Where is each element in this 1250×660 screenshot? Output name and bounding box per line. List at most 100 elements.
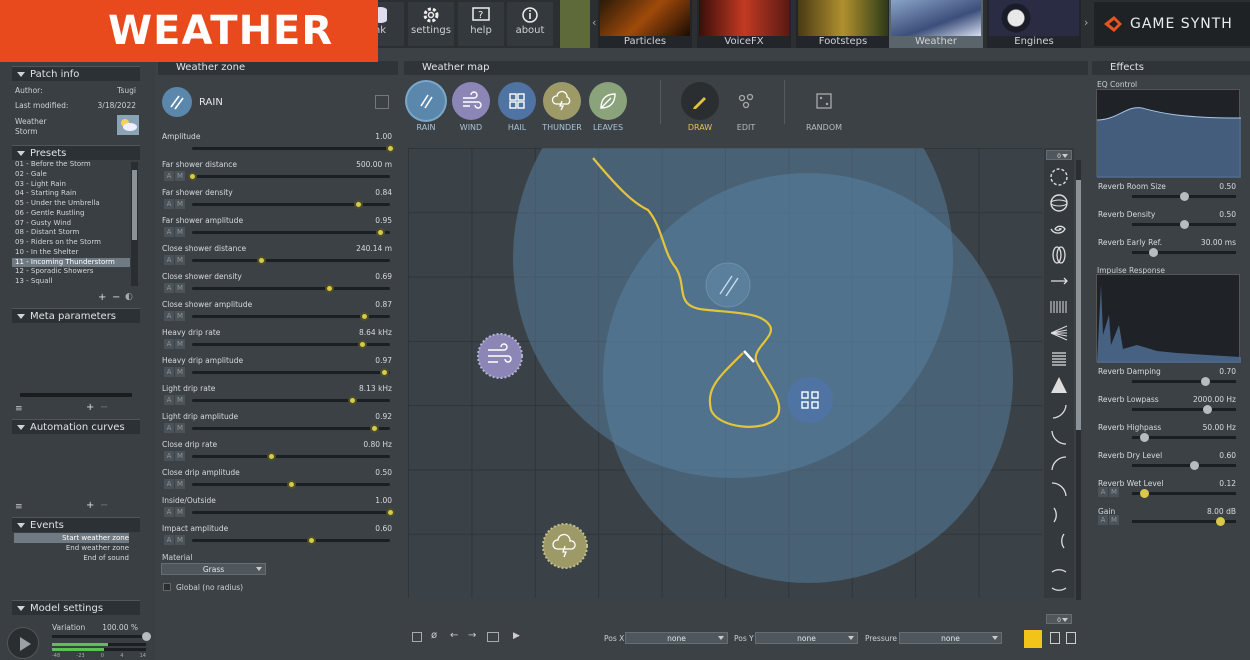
event-list[interactable]: Start weather zone End weather zone End of… bbox=[14, 533, 129, 563]
shape-counter-bottom[interactable]: 0 bbox=[1046, 614, 1072, 624]
presets-header[interactable]: Presets bbox=[12, 145, 140, 160]
automation-mod-buttons[interactable]: AM bbox=[164, 199, 186, 209]
param-slider[interactable] bbox=[192, 200, 390, 209]
param-value[interactable]: 0.60 bbox=[375, 524, 392, 533]
preset-item[interactable]: 11 - Incoming Thunderstorm bbox=[12, 257, 130, 268]
rain-button[interactable]: RAIN bbox=[406, 82, 446, 132]
preset-item[interactable]: 05 - Under the Umbrella bbox=[12, 199, 130, 209]
shape-triangle-icon[interactable] bbox=[1044, 372, 1074, 398]
slider-knob[interactable] bbox=[386, 144, 395, 153]
event-item[interactable]: End of sound bbox=[14, 553, 129, 563]
preset-sound-icon[interactable]: ◐ bbox=[125, 292, 133, 302]
fx-param-value[interactable]: 0.50 bbox=[1219, 182, 1236, 191]
shape-stack-icon[interactable] bbox=[1044, 346, 1074, 372]
slider-knob[interactable] bbox=[306, 536, 316, 545]
random-button[interactable]: RANDOM bbox=[800, 82, 848, 132]
param-slider[interactable] bbox=[192, 144, 395, 153]
fx-param-slider[interactable] bbox=[1132, 489, 1236, 498]
fx-param-value[interactable]: 0.70 bbox=[1219, 367, 1236, 376]
fx-param-value[interactable]: 8.00 dB bbox=[1207, 507, 1236, 516]
automation-mod-buttons[interactable]: AM bbox=[164, 535, 186, 545]
automation-mod-buttons[interactable]: AM bbox=[164, 423, 186, 433]
pressure-dropdown[interactable]: none bbox=[899, 632, 1002, 644]
eq-curve-display[interactable] bbox=[1096, 89, 1242, 178]
chevron-right-icon[interactable]: › bbox=[1084, 16, 1088, 29]
fit-view-icon[interactable] bbox=[412, 632, 422, 642]
automation-curves-header[interactable]: Automation curves bbox=[12, 419, 140, 434]
meta-parameters-header[interactable]: Meta parameters bbox=[12, 308, 140, 323]
hail-button[interactable]: HAIL bbox=[497, 82, 537, 132]
generator-tab-voicefx[interactable]: VoiceFX bbox=[697, 0, 791, 48]
play-button[interactable] bbox=[7, 627, 39, 659]
param-slider[interactable] bbox=[192, 536, 390, 545]
meta-add-button[interactable]: + bbox=[86, 402, 94, 413]
automation-mod-buttons[interactable]: AM bbox=[164, 311, 186, 321]
automation-mod-buttons[interactable]: AM bbox=[164, 507, 186, 517]
slider-knob[interactable] bbox=[1148, 248, 1158, 257]
posx-dropdown[interactable]: none bbox=[625, 632, 728, 644]
param-value[interactable]: 0.95 bbox=[375, 216, 392, 225]
param-slider[interactable] bbox=[192, 368, 390, 377]
preset-item[interactable]: 07 - Gusty Wind bbox=[12, 219, 130, 229]
param-value[interactable]: 8.64 kHz bbox=[359, 328, 392, 337]
fx-param-slider[interactable] bbox=[1132, 433, 1236, 442]
variation-slider[interactable] bbox=[52, 632, 151, 641]
slider-knob[interactable] bbox=[358, 340, 368, 349]
wind-button[interactable]: WIND bbox=[451, 82, 491, 132]
generator-tab-footsteps[interactable]: Footsteps bbox=[796, 0, 890, 48]
automation-menu-icon[interactable]: ≡ bbox=[15, 502, 23, 512]
clear-icon[interactable]: ø bbox=[431, 630, 437, 641]
automation-mod-buttons[interactable]: AM bbox=[164, 255, 186, 265]
meta-menu-icon[interactable]: ≡ bbox=[15, 404, 23, 414]
fx-param-value[interactable]: 50.00 Hz bbox=[1203, 423, 1236, 432]
shape-spiral-icon[interactable] bbox=[1044, 216, 1074, 242]
import-icon[interactable] bbox=[1066, 632, 1076, 644]
slider-knob[interactable] bbox=[1202, 405, 1212, 414]
event-item[interactable]: Start weather zone bbox=[14, 533, 129, 543]
automation-mod-buttons[interactable]: AM bbox=[1098, 515, 1120, 525]
shape-loop-icon[interactable] bbox=[1044, 242, 1074, 268]
slider-knob[interactable] bbox=[1190, 461, 1200, 470]
patch-info-header[interactable]: Patch info bbox=[12, 66, 140, 81]
fx-param-slider[interactable] bbox=[1132, 220, 1236, 229]
slider-knob[interactable] bbox=[1200, 377, 1210, 386]
draw-button[interactable]: DRAW bbox=[680, 82, 720, 132]
shape-arc8-icon[interactable] bbox=[1044, 580, 1074, 606]
shape-arc3-icon[interactable] bbox=[1044, 450, 1074, 476]
slider-knob[interactable] bbox=[287, 480, 296, 489]
slider-knob[interactable] bbox=[188, 172, 197, 181]
automation-mod-buttons[interactable]: AM bbox=[164, 395, 186, 405]
automation-add-button[interactable]: + bbox=[86, 500, 94, 511]
posy-dropdown[interactable]: none bbox=[755, 632, 858, 644]
shape-circle-icon[interactable] bbox=[1044, 164, 1074, 190]
param-slider[interactable] bbox=[188, 172, 390, 181]
param-value[interactable]: 0.92 bbox=[375, 412, 392, 421]
param-slider[interactable] bbox=[192, 284, 390, 293]
slider-knob[interactable] bbox=[1180, 192, 1189, 201]
slider-knob[interactable] bbox=[267, 452, 277, 461]
slider-knob[interactable] bbox=[386, 508, 395, 517]
param-slider[interactable] bbox=[192, 508, 395, 517]
randomize-zone-icon[interactable] bbox=[375, 95, 389, 109]
automation-mod-buttons[interactable]: AM bbox=[1098, 487, 1120, 497]
generator-tab-engines[interactable]: Engines bbox=[987, 0, 1081, 48]
automation-mod-buttons[interactable]: AM bbox=[164, 479, 186, 489]
settings-button[interactable]: settings bbox=[408, 2, 454, 46]
shape-arc6-icon[interactable] bbox=[1044, 528, 1074, 554]
param-value[interactable]: 0.97 bbox=[375, 356, 392, 365]
play-small-icon[interactable]: ▶ bbox=[513, 631, 520, 641]
automation-mod-buttons[interactable]: AM bbox=[164, 283, 186, 293]
param-slider[interactable] bbox=[192, 340, 390, 349]
fx-param-value[interactable]: 0.12 bbox=[1219, 479, 1236, 488]
param-value[interactable]: 0.50 bbox=[375, 468, 392, 477]
slider-knob[interactable] bbox=[380, 368, 390, 377]
preset-list[interactable]: 01 - Before the Storm 02 - Gale 03 - Light… bbox=[12, 160, 130, 287]
slider-knob[interactable] bbox=[257, 256, 267, 265]
automation-mod-buttons[interactable]: AM bbox=[164, 227, 186, 237]
automation-mod-buttons[interactable]: AM bbox=[164, 171, 186, 181]
material-dropdown[interactable]: Grass bbox=[161, 563, 266, 575]
events-header[interactable]: Events bbox=[12, 517, 140, 532]
model-settings-header[interactable]: Model settings bbox=[12, 600, 140, 615]
slider-knob[interactable] bbox=[1180, 220, 1189, 229]
param-value[interactable]: 0.84 bbox=[375, 188, 392, 197]
